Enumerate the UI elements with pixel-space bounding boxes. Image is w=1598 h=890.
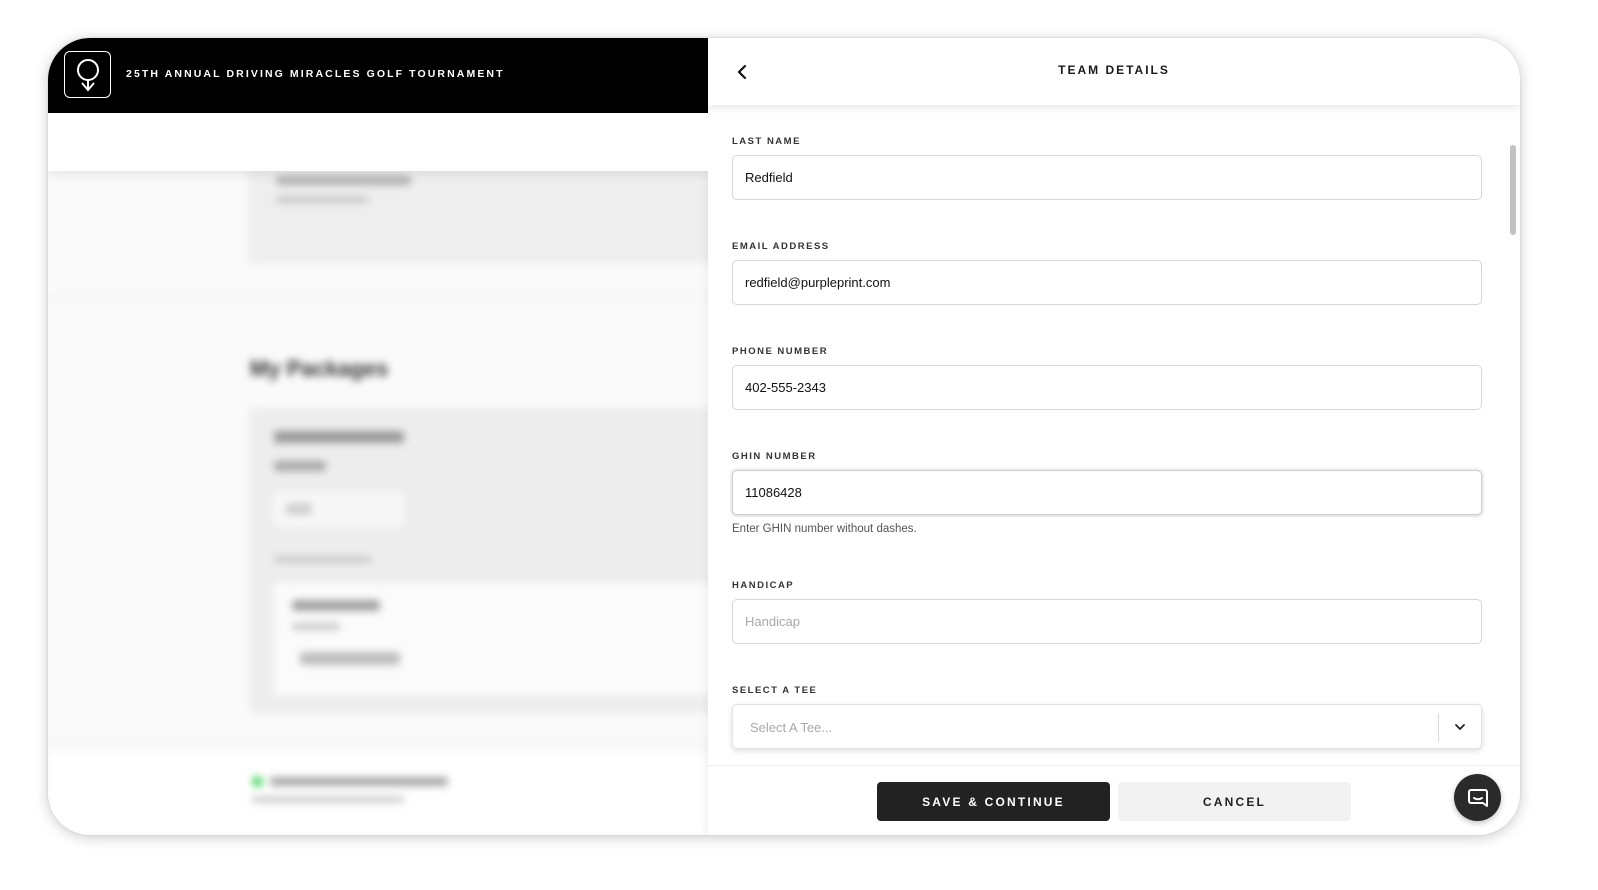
background-page: My Packages 25TH ANNUAL DRIVING MIRACLES… [48, 38, 708, 835]
phone-label: PHONE NUMBER [732, 346, 829, 357]
tee-select-placeholder: Select A Tee... [750, 720, 833, 735]
team-details-form: LAST NAME EMAIL ADDRESS PHONE NUMBER GHI… [708, 105, 1520, 765]
app-window: My Packages 25TH ANNUAL DRIVING MIRACLES… [48, 38, 1520, 835]
ghin-label: GHIN NUMBER [732, 451, 817, 462]
email-input[interactable] [732, 260, 1482, 305]
select-divider [1438, 713, 1439, 742]
chat-launcher-button[interactable] [1454, 774, 1501, 821]
handicap-input[interactable] [732, 599, 1482, 644]
last-name-input[interactable] [732, 155, 1482, 200]
top-bar: 25TH ANNUAL DRIVING MIRACLES GOLF TOURNA… [48, 38, 708, 113]
sub-header-bar [48, 113, 708, 171]
chat-bubble-icon [1467, 788, 1488, 807]
phone-input[interactable] [732, 365, 1482, 410]
save-continue-button[interactable]: SAVE & CONTINUE [877, 782, 1110, 821]
handicap-label: HANDICAP [732, 580, 795, 591]
panel-title: TEAM DETAILS [1058, 63, 1170, 77]
panel-footer: SAVE & CONTINUE CANCEL [708, 765, 1520, 835]
ghin-input[interactable] [732, 470, 1482, 515]
ghin-hint: Enter GHIN number without dashes. [732, 523, 917, 535]
tee-label: SELECT A TEE [732, 685, 818, 696]
chevron-down-icon [1455, 724, 1465, 730]
cancel-button[interactable]: CANCEL [1118, 782, 1351, 821]
tee-select[interactable]: Select A Tee... [732, 704, 1482, 749]
event-title: 25TH ANNUAL DRIVING MIRACLES GOLF TOURNA… [126, 68, 505, 80]
last-name-label: LAST NAME [732, 136, 801, 147]
golf-ball-tee-logo-icon[interactable] [64, 51, 111, 98]
panel-header: TEAM DETAILS [708, 38, 1520, 105]
team-details-panel: TEAM DETAILS LAST NAME EMAIL ADDRESS PHO… [708, 38, 1520, 835]
email-label: EMAIL ADDRESS [732, 241, 830, 252]
section-heading: My Packages [250, 356, 389, 381]
panel-scrollbar[interactable] [1508, 105, 1518, 765]
scrollbar-thumb[interactable] [1510, 145, 1516, 235]
